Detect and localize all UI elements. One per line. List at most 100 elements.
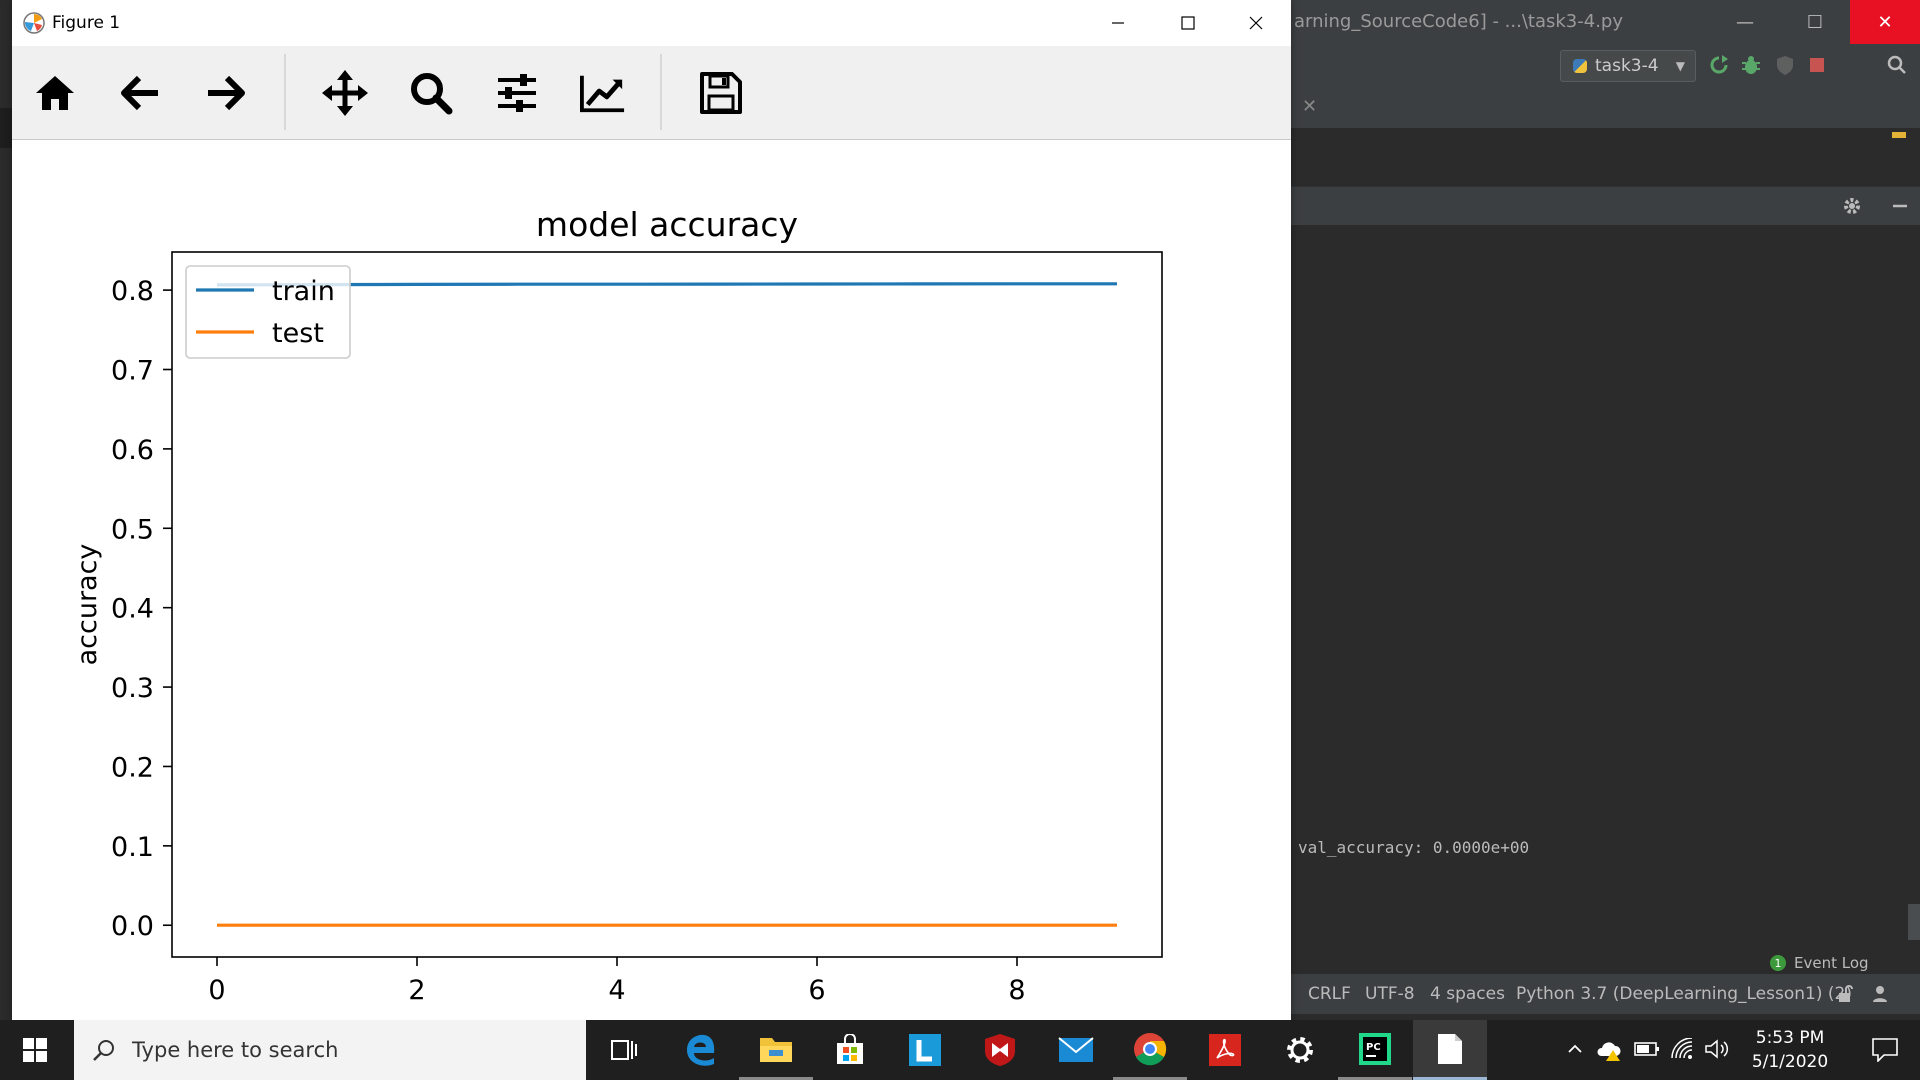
y-axis-label: accuracy bbox=[72, 544, 103, 666]
close-icon bbox=[1249, 16, 1263, 30]
legend-label-test: test bbox=[272, 318, 324, 349]
back-button[interactable] bbox=[118, 70, 164, 116]
y-tick-label: 0.1 bbox=[111, 832, 154, 863]
pycharm-app[interactable]: PC bbox=[1338, 1020, 1412, 1080]
background-window-edge bbox=[0, 108, 12, 148]
ide-close-button[interactable]: ✕ bbox=[1850, 0, 1920, 44]
edge-icon bbox=[687, 1034, 715, 1066]
gear-icon[interactable] bbox=[1842, 196, 1862, 216]
toolbar-separator bbox=[284, 54, 286, 130]
debug-icon[interactable] bbox=[1740, 54, 1762, 76]
notepad-app[interactable] bbox=[1413, 1020, 1487, 1080]
ide-window-title: arning_SourceCode6] - ...\task3-4.py bbox=[1294, 11, 1623, 32]
indent-indicator[interactable]: 4 spaces bbox=[1430, 984, 1505, 1004]
battery-icon[interactable] bbox=[1634, 1040, 1660, 1058]
mcafee-app[interactable] bbox=[963, 1020, 1037, 1080]
encoding-indicator[interactable]: UTF-8 bbox=[1365, 984, 1415, 1004]
interpreter-indicator[interactable]: Python 3.7 (DeepLearning_Lesson1) (2) bbox=[1516, 984, 1852, 1004]
y-tick-label: 0.3 bbox=[111, 673, 154, 704]
forward-button[interactable] bbox=[202, 70, 248, 116]
forward-icon bbox=[208, 75, 245, 111]
ide-minimize-button[interactable]: — bbox=[1710, 0, 1780, 44]
plot-canvas[interactable]: model accuracy accuracy 0.0 0.1 0.2 0.3 0.4 0.5… bbox=[12, 140, 1291, 1020]
console-scrollbar[interactable] bbox=[1908, 904, 1920, 940]
l-app[interactable] bbox=[888, 1020, 962, 1080]
chevron-up-icon[interactable] bbox=[1566, 1040, 1584, 1058]
save-button[interactable] bbox=[698, 70, 744, 116]
windows-logo-icon bbox=[23, 1038, 47, 1062]
ide-statusbar: CRLF UTF-8 4 spaces Python 3.7 (DeepLear… bbox=[1290, 974, 1920, 1014]
x-tick-label: 2 bbox=[408, 975, 425, 1006]
task-view-button[interactable] bbox=[587, 1020, 661, 1080]
y-tick-label: 0.6 bbox=[111, 435, 154, 466]
x-tick-label: 8 bbox=[1008, 975, 1025, 1006]
event-log-button[interactable]: 1 Event Log bbox=[1770, 954, 1869, 972]
figure-titlebar[interactable]: Figure 1 bbox=[12, 0, 1291, 46]
warning-marker[interactable] bbox=[1892, 132, 1906, 138]
series-line-train bbox=[216, 282, 1117, 287]
volume-icon[interactable] bbox=[1704, 1038, 1730, 1060]
file-explorer-app[interactable] bbox=[739, 1020, 813, 1080]
run-panel-header bbox=[1290, 187, 1920, 226]
notepad-icon bbox=[1438, 1033, 1462, 1064]
edit-axes-button[interactable] bbox=[580, 70, 626, 116]
figure-window: Figure 1 model accuracy accuracy 0.0 0.1… bbox=[12, 0, 1291, 1020]
python-icon bbox=[1573, 59, 1587, 73]
chevron-down-icon: ▼ bbox=[1675, 59, 1685, 73]
line-separator-indicator[interactable]: CRLF bbox=[1308, 984, 1351, 1004]
zoom-button[interactable] bbox=[408, 70, 454, 116]
matplotlib-icon bbox=[23, 12, 45, 34]
pan-button[interactable] bbox=[322, 70, 368, 116]
inspector-icon[interactable] bbox=[1870, 984, 1890, 1004]
x-tick-label: 0 bbox=[208, 975, 225, 1006]
minimize-icon bbox=[1112, 22, 1124, 24]
acrobat-app[interactable] bbox=[1188, 1020, 1262, 1080]
edit-icon bbox=[580, 75, 625, 113]
ide-editor[interactable] bbox=[1290, 128, 1920, 187]
lock-icon[interactable] bbox=[1836, 984, 1856, 1004]
ide-maximize-button[interactable]: ☐ bbox=[1780, 0, 1850, 44]
mail-app[interactable] bbox=[1039, 1020, 1113, 1080]
figure-minimize-button[interactable] bbox=[1083, 0, 1153, 46]
accuracy-chart[interactable]: model accuracy accuracy 0.0 0.1 0.2 0.3 0.4 0.5… bbox=[12, 140, 1291, 1020]
stop-icon[interactable] bbox=[1806, 54, 1828, 76]
y-tick-label: 0.8 bbox=[111, 276, 154, 307]
minimize-panel-icon[interactable] bbox=[1890, 196, 1910, 216]
start-button[interactable] bbox=[0, 1020, 70, 1080]
configure-icon bbox=[498, 74, 536, 112]
acrobat-icon bbox=[1209, 1034, 1241, 1066]
clock[interactable]: 5:53 PM 5/1/2020 bbox=[1740, 1026, 1840, 1074]
rerun-icon[interactable] bbox=[1708, 54, 1730, 76]
run-console[interactable]: val_accuracy: 0.0000e+00 bbox=[1290, 226, 1920, 946]
ide-editor-tabs: ✕ bbox=[1290, 88, 1920, 129]
close-icon[interactable]: ✕ bbox=[1302, 96, 1317, 117]
settings-app[interactable] bbox=[1263, 1020, 1337, 1080]
y-tick-label: 0.5 bbox=[111, 514, 154, 545]
wifi-icon[interactable] bbox=[1670, 1038, 1694, 1060]
edge-app[interactable] bbox=[664, 1020, 738, 1080]
notification-icon bbox=[1872, 1038, 1898, 1062]
home-button[interactable] bbox=[32, 70, 78, 116]
x-tick-label: 4 bbox=[608, 975, 625, 1006]
run-config-label: task3-4 bbox=[1595, 56, 1659, 76]
ide-titlebar: arning_SourceCode6] - ...\task3-4.py — ☐… bbox=[1290, 0, 1920, 44]
taskbar-search-input[interactable] bbox=[130, 1037, 534, 1063]
figure-maximize-button[interactable] bbox=[1153, 0, 1223, 46]
action-center-button[interactable] bbox=[1850, 1020, 1920, 1080]
onedrive-warning-icon[interactable] bbox=[1596, 1038, 1622, 1062]
store-app[interactable] bbox=[813, 1020, 887, 1080]
search-icon[interactable] bbox=[1886, 54, 1908, 76]
taskbar-search-box[interactable] bbox=[74, 1020, 586, 1080]
event-log-label: Event Log bbox=[1794, 954, 1869, 972]
back-icon bbox=[121, 75, 158, 111]
coverage-icon[interactable] bbox=[1774, 54, 1796, 76]
chart-title: model accuracy bbox=[536, 205, 798, 244]
y-tick-label: 0.0 bbox=[111, 911, 154, 942]
run-config-dropdown[interactable]: task3-4 ▼ bbox=[1560, 50, 1696, 82]
figure-close-button[interactable] bbox=[1221, 0, 1291, 46]
pycharm-icon: PC bbox=[1359, 1032, 1391, 1065]
configure-subplots-button[interactable] bbox=[494, 70, 540, 116]
pan-icon bbox=[322, 70, 368, 116]
ide-toolbar: task3-4 ▼ bbox=[1290, 44, 1920, 89]
chrome-app[interactable] bbox=[1113, 1020, 1187, 1080]
